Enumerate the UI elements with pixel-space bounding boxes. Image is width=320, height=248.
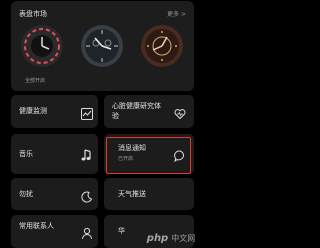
watch-face-market: 表盘市场 更多 > 全部开启 xyxy=(11,1,194,91)
partial-tile-label: 华 xyxy=(118,227,125,235)
watch-face-1-label: 全部开启 xyxy=(25,78,46,84)
dnd-label: 勿扰 xyxy=(19,190,33,198)
weather-label: 天气推送 xyxy=(118,190,146,198)
music-tile[interactable]: 音乐 xyxy=(11,134,98,174)
notifications-highlight xyxy=(106,137,191,174)
chart-icon xyxy=(81,105,93,124)
contacts-tile[interactable]: 常用联系人 xyxy=(11,215,98,248)
heart-research-tile[interactable]: 心脏健康研究体验 xyxy=(104,95,194,128)
market-title: 表盘市场 xyxy=(19,10,47,18)
watch-face-3[interactable] xyxy=(141,25,183,67)
music-label: 音乐 xyxy=(19,150,33,158)
heart-icon xyxy=(174,105,186,124)
moon-icon xyxy=(81,188,93,207)
watermark: php 中文网 xyxy=(138,228,204,248)
dnd-tile[interactable]: 勿扰 xyxy=(11,178,98,210)
watch-face-2[interactable] xyxy=(81,25,123,67)
weather-tile[interactable]: 天气推送 xyxy=(104,178,194,210)
more-link[interactable]: 更多 > xyxy=(167,9,186,18)
heart-research-label: 心脏健康研究体验 xyxy=(112,102,161,120)
watch-face-1[interactable] xyxy=(21,25,63,67)
watermark-sub: 中文网 xyxy=(171,233,196,243)
watermark-text: php xyxy=(146,232,169,244)
health-monitor-label: 健康监测 xyxy=(19,107,47,115)
music-note-icon xyxy=(80,147,92,166)
contacts-label: 常用联系人 xyxy=(19,222,54,230)
person-icon xyxy=(81,225,93,244)
health-monitor-tile[interactable]: 健康监测 xyxy=(11,95,98,128)
